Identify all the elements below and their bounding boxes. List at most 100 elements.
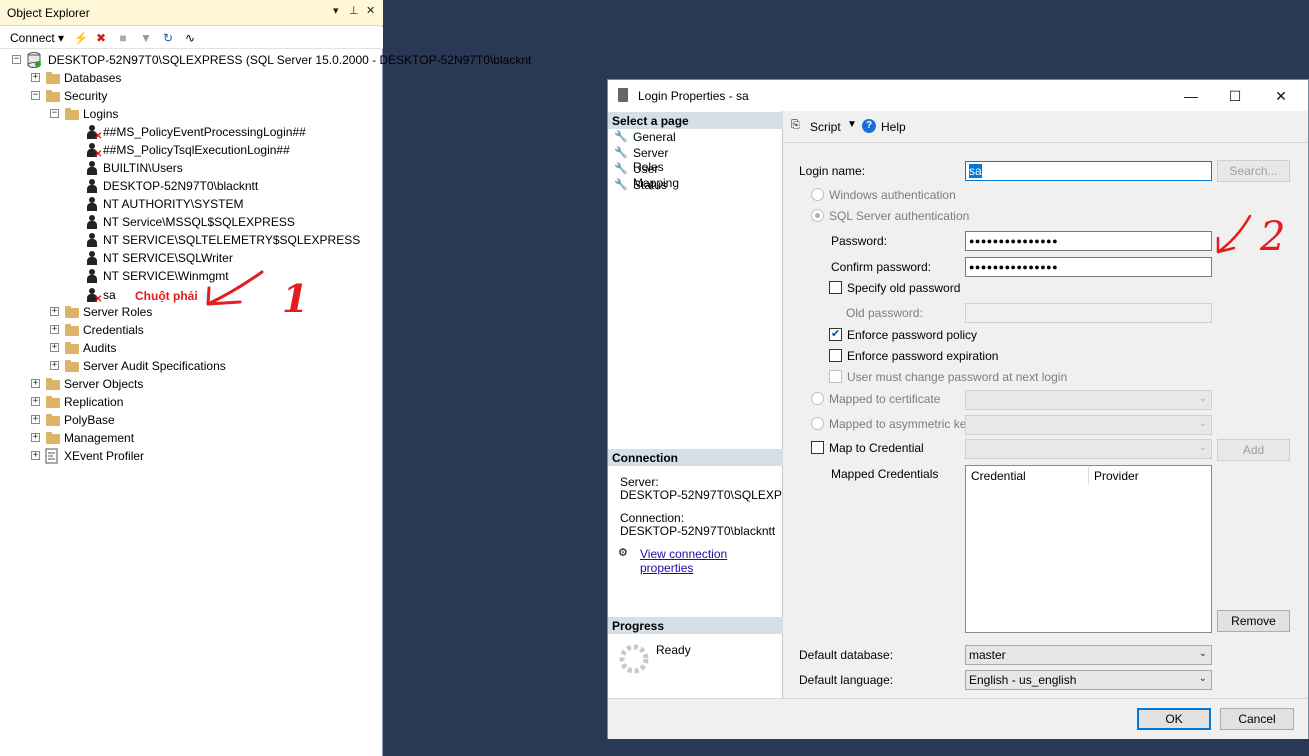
disabled-user-icon: ✕: [84, 124, 102, 142]
windows-auth-label: Windows authentication: [829, 188, 956, 202]
search-button[interactable]: Search...: [1217, 160, 1290, 182]
password-input[interactable]: ●●●●●●●●●●●●●●●: [965, 231, 1212, 251]
connection-header: Connection: [608, 449, 783, 466]
activity-monitor-icon[interactable]: ∿: [182, 30, 198, 46]
mapped-cert-radio[interactable]: [811, 392, 824, 405]
script-dropdown-icon[interactable]: ▼: [847, 119, 857, 130]
view-connection-properties-link[interactable]: View connection properties: [640, 547, 782, 575]
xevent-profiler-icon: [45, 448, 61, 464]
mapped-credentials-grid[interactable]: Credential Provider: [965, 465, 1212, 633]
general-page-pane: ⎘ Script ▼ ? Help Login name: sa Search.…: [783, 111, 1308, 698]
expand-icon[interactable]: +: [31, 433, 40, 442]
connection-label: Connection:: [620, 511, 685, 525]
disabled-user-icon: ✕: [84, 287, 102, 305]
folder-icon: [45, 88, 61, 104]
old-password-input[interactable]: [965, 303, 1212, 323]
close-icon[interactable]: ✕: [366, 4, 375, 17]
user-icon: [84, 268, 100, 284]
folder-icon: [45, 70, 61, 86]
sql-auth-label: SQL Server authentication: [829, 209, 970, 223]
folder-icon: [45, 412, 61, 428]
enforce-policy-checkbox[interactable]: ✔: [829, 328, 842, 341]
enforce-expiration-checkbox[interactable]: [829, 349, 842, 362]
expand-icon[interactable]: +: [31, 379, 40, 388]
filter-icon[interactable]: ▼: [138, 30, 154, 46]
sql-auth-radio[interactable]: [811, 209, 824, 222]
provider-column-header: Provider: [1094, 469, 1139, 483]
help-button[interactable]: Help: [881, 120, 906, 134]
expand-icon[interactable]: +: [31, 73, 40, 82]
expand-icon[interactable]: +: [50, 325, 59, 334]
help-icon[interactable]: ?: [862, 119, 876, 133]
dialog-titlebar: Login Properties - sa — ☐ ✕: [608, 80, 1308, 111]
map-credential-checkbox[interactable]: [811, 441, 824, 454]
enforce-expiration-label: Enforce password expiration: [847, 349, 999, 363]
connection-properties-icon: ⚙: [618, 547, 628, 559]
expand-icon[interactable]: +: [31, 397, 40, 406]
progress-status: Ready: [656, 643, 691, 657]
progress-spinner-icon: [618, 643, 650, 678]
collapse-icon[interactable]: −: [31, 91, 40, 100]
enforce-policy-label: Enforce password policy: [847, 328, 978, 342]
ok-button[interactable]: OK: [1137, 708, 1211, 730]
dialog-footer: OK Cancel: [608, 698, 1308, 739]
folder-icon: [64, 304, 80, 320]
column-divider: [1088, 467, 1089, 484]
maximize-icon[interactable]: ☐: [1212, 84, 1258, 108]
mapped-key-radio[interactable]: [811, 417, 824, 430]
confirm-password-input[interactable]: ●●●●●●●●●●●●●●●: [965, 257, 1212, 277]
folder-icon: [45, 430, 61, 446]
object-explorer-toolbar: Connect ▾ ⚡ ✖ ■ ▼ ↻ ∿: [0, 27, 383, 49]
remove-button[interactable]: Remove: [1217, 610, 1290, 632]
pin-icon[interactable]: ⊥: [349, 4, 359, 17]
annotation-arrow-2: [1216, 214, 1252, 254]
disabled-user-icon: ✕: [84, 142, 102, 160]
credential-column-header: Credential: [971, 469, 1026, 483]
script-button[interactable]: Script: [810, 120, 841, 134]
collapse-icon[interactable]: −: [12, 55, 21, 64]
dialog-title: Login Properties - sa: [638, 89, 749, 103]
add-credential-button[interactable]: Add: [1217, 439, 1290, 461]
dropdown-arrow-icon[interactable]: ▾: [333, 4, 339, 17]
user-icon: [84, 178, 100, 194]
expand-icon[interactable]: +: [31, 415, 40, 424]
close-icon[interactable]: ✕: [1258, 84, 1304, 108]
expand-icon[interactable]: +: [50, 307, 59, 316]
credential-select[interactable]: ⌄: [965, 439, 1212, 459]
default-language-select[interactable]: English - us_english ⌄: [965, 670, 1212, 690]
login-name-input[interactable]: sa: [965, 161, 1212, 181]
collapse-icon[interactable]: −: [50, 109, 59, 118]
disconnect-icon[interactable]: ✖: [93, 30, 109, 46]
certificate-select[interactable]: ⌄: [965, 390, 1212, 410]
asymmetric-key-select[interactable]: ⌄: [965, 415, 1212, 435]
login-properties-dialog: Login Properties - sa — ☐ ✕ Select a pag…: [607, 79, 1309, 739]
annotation-number-1: 1: [282, 276, 309, 321]
server-label: Server:: [620, 475, 659, 489]
confirm-password-label: Confirm password:: [831, 260, 932, 274]
user-group-icon: [84, 160, 100, 176]
cancel-button[interactable]: Cancel: [1220, 708, 1294, 730]
wrench-icon: 🔧: [614, 131, 628, 143]
default-database-label: Default database:: [799, 648, 894, 662]
expand-icon[interactable]: +: [50, 343, 59, 352]
specify-old-password-label: Specify old password: [847, 281, 961, 295]
default-database-select[interactable]: master ⌄: [965, 645, 1212, 665]
annotation-arrow-1: [206, 270, 264, 306]
expand-icon[interactable]: +: [31, 451, 40, 460]
annotation-right-click: Chuột phải: [135, 289, 198, 303]
user-icon: [84, 250, 100, 266]
specify-old-password-checkbox[interactable]: [829, 281, 842, 294]
windows-auth-radio[interactable]: [811, 188, 824, 201]
object-explorer-panel: Object Explorer ▾ ⊥ ✕ Connect ▾ ⚡ ✖ ■ ▼ …: [0, 0, 531, 756]
connect-plug-icon[interactable]: ⚡: [73, 30, 89, 46]
connect-button[interactable]: Connect ▾: [10, 31, 64, 45]
folder-icon: [64, 322, 80, 338]
wrench-icon: 🔧: [614, 163, 628, 175]
must-change-label: User must change password at next login: [847, 370, 1068, 384]
must-change-checkbox[interactable]: [829, 370, 842, 383]
object-explorer-title: Object Explorer: [7, 6, 90, 20]
mapped-credentials-label: Mapped Credentials: [831, 467, 939, 481]
expand-icon[interactable]: +: [50, 361, 59, 370]
refresh-icon[interactable]: ↻: [160, 30, 176, 46]
minimize-icon[interactable]: —: [1168, 84, 1214, 108]
